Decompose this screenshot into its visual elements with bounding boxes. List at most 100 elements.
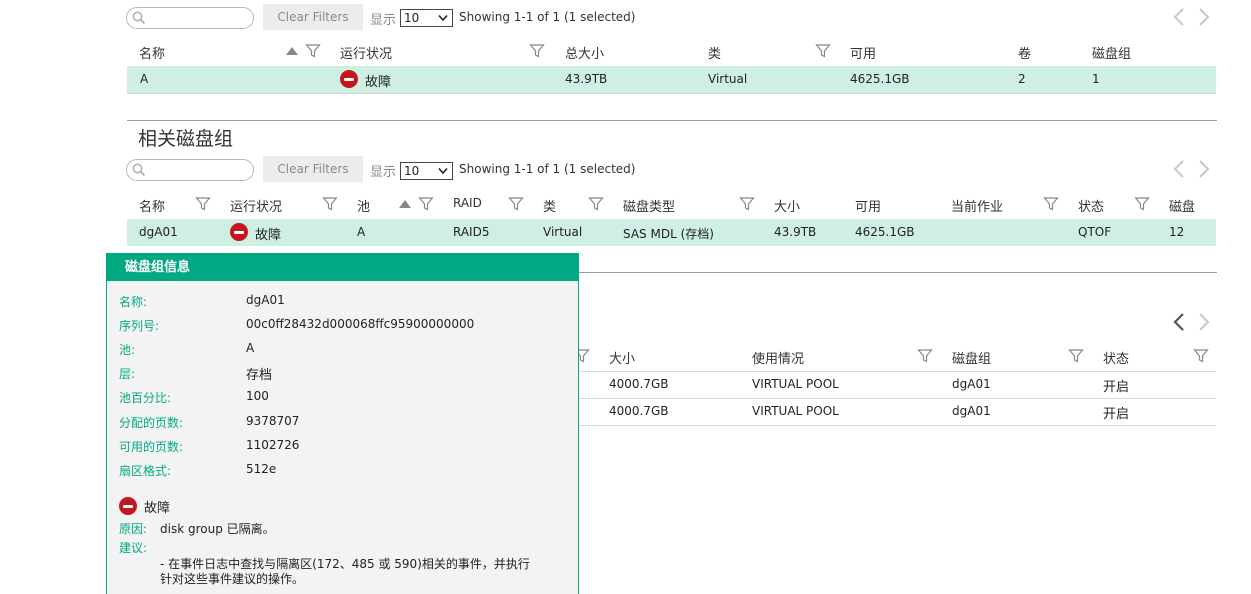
filter-icon[interactable] xyxy=(1068,348,1084,364)
field-label-sector-format: 扇区格式: xyxy=(119,464,172,478)
col-header-volumes[interactable]: 卷 xyxy=(1018,43,1031,62)
vol-usage-cell: VIRTUAL POOL xyxy=(752,377,839,391)
pools-search-field[interactable] xyxy=(126,7,254,29)
field-value-pool-percent: 100 xyxy=(246,389,269,403)
field-label-available-pages: 可用的页数: xyxy=(119,440,184,454)
dg-status-cell: QTOF xyxy=(1078,225,1112,239)
chevron-down-icon xyxy=(438,14,448,22)
col-header-health[interactable]: 运行状况 xyxy=(340,43,392,62)
divider xyxy=(579,425,1216,426)
col-header-disk-groups[interactable]: 磁盘组 xyxy=(1092,43,1131,62)
reason-text: disk group 已隔离。 xyxy=(160,522,275,536)
section-title-related-disk-groups: 相关磁盘组 xyxy=(138,128,234,150)
sort-ascending-icon[interactable] xyxy=(285,46,299,56)
popup-health: 故障 xyxy=(144,501,171,516)
col-header-available[interactable]: 可用 xyxy=(855,196,881,215)
col-header-raid[interactable]: RAID xyxy=(453,196,482,210)
advice-label: 建议: xyxy=(119,541,148,555)
dg-pool-cell: A xyxy=(357,225,366,239)
filter-icon[interactable] xyxy=(195,196,211,212)
dg-available-cell: 4625.1GB xyxy=(855,225,915,239)
dg-disks-cell: 12 xyxy=(1169,225,1185,239)
col-header-size[interactable]: 大小 xyxy=(609,348,635,367)
field-value-sector-format: 512e xyxy=(246,462,277,476)
pool-available-cell: 4625.1GB xyxy=(850,72,910,86)
pools-search-input[interactable] xyxy=(149,10,249,26)
pool-health-cell: 故障 xyxy=(365,75,392,90)
field-label-pool-percent: 池百分比: xyxy=(119,391,172,405)
filter-icon[interactable] xyxy=(1193,348,1209,364)
vol-size-cell: 4000.7GB xyxy=(609,404,669,418)
col-header-class[interactable]: 类 xyxy=(708,43,721,62)
vol-size-cell: 4000.7GB xyxy=(609,377,669,391)
filter-icon[interactable] xyxy=(529,43,545,59)
filter-icon[interactable] xyxy=(1043,196,1059,212)
filter-icon[interactable] xyxy=(917,348,933,364)
col-header-disks[interactable]: 磁盘 xyxy=(1169,196,1195,215)
search-icon xyxy=(132,163,146,177)
pool-total-size-cell: 43.9TB xyxy=(565,72,608,86)
previous-page-icon[interactable] xyxy=(1172,159,1186,179)
col-header-health[interactable]: 运行状况 xyxy=(230,196,282,215)
filter-icon[interactable] xyxy=(1134,196,1150,212)
reason-label: 原因: xyxy=(119,522,148,536)
sort-ascending-icon[interactable] xyxy=(398,199,412,209)
pool-class-cell: Virtual xyxy=(708,72,748,86)
col-header-usage[interactable]: 使用情况 xyxy=(752,348,804,367)
dg-showing-text: Showing 1-1 of 1 (1 selected) xyxy=(459,162,636,176)
filter-icon[interactable] xyxy=(739,196,755,212)
divider xyxy=(579,371,1216,372)
col-header-available[interactable]: 可用 xyxy=(850,43,876,62)
filter-icon[interactable] xyxy=(588,196,604,212)
dg-disk-type-cell: SAS MDL (存档) xyxy=(623,227,714,241)
dg-show-label: 显示 xyxy=(370,165,397,180)
table-row[interactable] xyxy=(127,66,1216,93)
col-header-current-job[interactable]: 当前作业 xyxy=(951,196,1003,215)
filter-icon[interactable] xyxy=(418,196,434,212)
vol-disk-group-cell: dgA01 xyxy=(952,377,991,391)
pool-volumes-cell: 2 xyxy=(1018,72,1026,86)
dg-size-cell: 43.9TB xyxy=(774,225,817,239)
col-header-pool[interactable]: 池 xyxy=(357,196,370,215)
col-header-status[interactable]: 状态 xyxy=(1078,196,1104,215)
disk-group-info-popup: 磁盘组信息 名称: dgA01 序列号: 00c0ff28432d000068f… xyxy=(106,253,579,594)
col-header-size[interactable]: 大小 xyxy=(774,196,800,215)
pools-page-size-select[interactable]: 10 xyxy=(400,9,453,27)
advice-text-line2: 针对这些事件建议的操作。 xyxy=(160,572,305,586)
previous-page-icon[interactable] xyxy=(1172,312,1186,332)
col-header-class[interactable]: 类 xyxy=(543,196,556,215)
previous-page-icon[interactable] xyxy=(1172,7,1186,27)
filter-icon[interactable] xyxy=(305,43,321,59)
vol-disk-group-cell: dgA01 xyxy=(952,404,991,418)
dg-raid-cell: RAID5 xyxy=(453,225,490,239)
vol-status-cell: 开启 xyxy=(1103,380,1130,395)
section-divider xyxy=(579,272,1217,273)
col-header-name[interactable]: 名称 xyxy=(139,43,165,62)
divider xyxy=(579,398,1216,399)
col-header-status[interactable]: 状态 xyxy=(1103,348,1129,367)
filter-icon[interactable] xyxy=(815,43,831,59)
next-page-icon[interactable] xyxy=(1197,7,1211,27)
field-label-pool: 池: xyxy=(119,343,136,357)
chevron-down-icon xyxy=(438,167,448,175)
pools-show-label: 显示 xyxy=(370,13,397,28)
dg-page-size-select[interactable]: 10 xyxy=(400,162,453,180)
pools-clear-filters-button[interactable]: Clear Filters xyxy=(263,4,363,30)
next-page-icon[interactable] xyxy=(1197,159,1211,179)
dg-clear-filters-button[interactable]: Clear Filters xyxy=(263,156,363,182)
next-page-icon[interactable] xyxy=(1197,312,1211,332)
dg-search-field[interactable] xyxy=(126,159,254,181)
filter-icon[interactable] xyxy=(322,196,338,212)
search-icon xyxy=(132,11,146,25)
filter-icon[interactable] xyxy=(508,196,524,212)
col-header-disk-group[interactable]: 磁盘组 xyxy=(952,348,991,367)
field-value-tier: 存档 xyxy=(246,368,273,383)
dg-search-input[interactable] xyxy=(149,162,249,178)
col-header-total-size[interactable]: 总大小 xyxy=(565,43,604,62)
dg-page-size-value: 10 xyxy=(404,164,420,178)
field-label-serial: 序列号: xyxy=(119,319,160,333)
col-header-disk-type[interactable]: 磁盘类型 xyxy=(623,196,675,215)
field-value-pool: A xyxy=(246,341,255,355)
field-label-tier: 层: xyxy=(119,367,136,381)
col-header-name[interactable]: 名称 xyxy=(139,196,165,215)
